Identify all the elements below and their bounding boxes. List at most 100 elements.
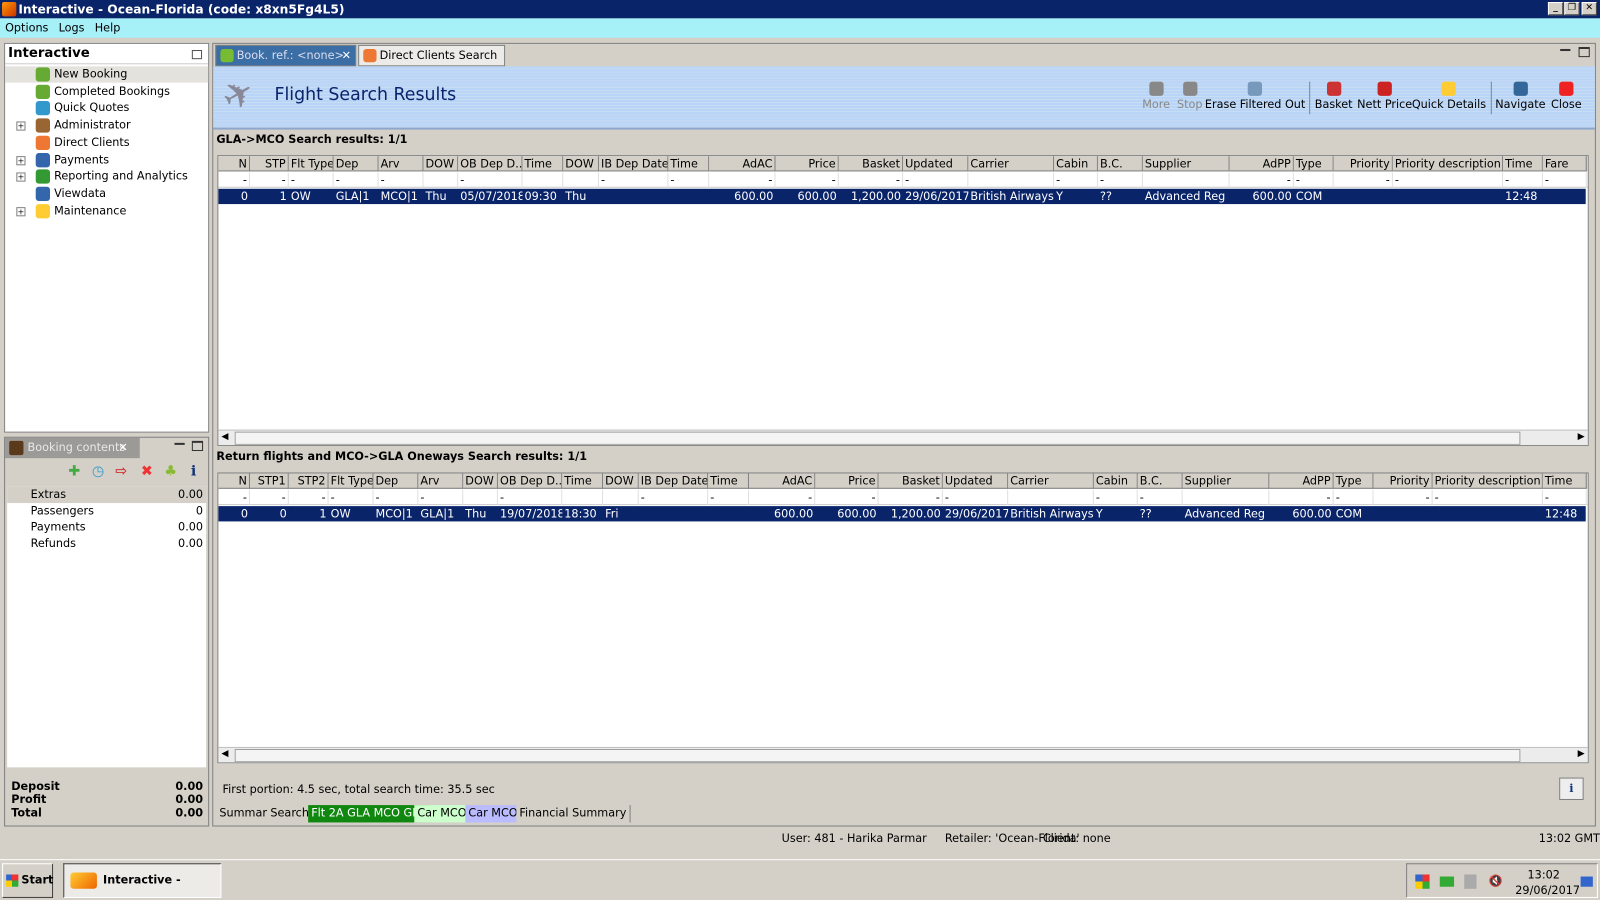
column-header-ob-dep-d-[interactable]: OB Dep D... (458, 156, 523, 172)
filter-cell[interactable]: - (1433, 489, 1543, 506)
grid-filter-row[interactable]: -------------------- (218, 489, 1588, 506)
basket-move-icon[interactable]: ⇨ (115, 463, 127, 479)
column-header-dep[interactable]: Dep (333, 156, 379, 172)
column-header-b-c-[interactable]: B.C. (1097, 156, 1143, 172)
scroll-right-icon[interactable]: ▶ (1578, 432, 1585, 442)
filter-cell[interactable]: - (668, 172, 710, 188)
toolbar-quick-details-button[interactable]: Quick Details (1412, 81, 1486, 111)
column-header-type[interactable]: Type (1333, 473, 1374, 489)
filter-cell[interactable]: - (1098, 172, 1143, 188)
filter-cell[interactable]: - (1094, 489, 1138, 506)
filter-cell[interactable]: - (776, 172, 839, 188)
filter-cell[interactable]: - (373, 489, 419, 506)
toolbar-navigate-button[interactable]: Navigate (1495, 81, 1546, 111)
filter-cell[interactable]: - (1393, 172, 1504, 188)
delete-icon[interactable]: ✖ (141, 463, 153, 479)
tray-volume-muted-icon[interactable]: 🔇 (1489, 874, 1503, 887)
tray-flag-icon[interactable] (1415, 874, 1430, 889)
column-header-adpp[interactable]: AdPP (1269, 473, 1334, 489)
filter-cell[interactable]: - (815, 489, 879, 506)
toolbar-stop-button[interactable]: Stop (1177, 81, 1203, 111)
nav-item-direct-clients[interactable]: Direct Clients (5, 134, 130, 150)
column-header-basket[interactable]: Basket (838, 156, 904, 172)
filter-cell[interactable]: - (379, 172, 424, 188)
filter-cell[interactable]: - (1269, 489, 1334, 506)
column-header-priority[interactable]: Priority (1373, 473, 1433, 489)
start-button[interactable]: Start (2, 863, 53, 898)
column-header-priority[interactable]: Priority (1333, 156, 1393, 172)
filter-cell[interactable]: - (639, 489, 709, 506)
column-header-supplier[interactable]: Supplier (1142, 156, 1230, 172)
column-header-dow[interactable]: DOW (563, 156, 599, 172)
close-window-button[interactable]: ✕ (1581, 2, 1597, 16)
filter-cell[interactable] (968, 172, 1055, 188)
column-header-cabin[interactable]: Cabin (1054, 156, 1098, 172)
filter-cell[interactable]: - (289, 172, 334, 188)
result-row[interactable]: 0 1 OW GLA|1 MCO|1 Thu 05/07/2018 09:30 Thu 600.0… (218, 188, 1586, 205)
filter-cell[interactable] (1183, 489, 1270, 506)
bottom-tab-flt-2a-gla-mco-gla[interactable]: Flt 2A GLA MCO GLA (308, 805, 431, 823)
toolbar-more-button[interactable]: More (1142, 81, 1170, 111)
column-header-stp2[interactable]: STP2 (288, 473, 329, 489)
maximize-panel-icon[interactable] (191, 440, 204, 452)
filter-cell[interactable]: - (250, 172, 289, 188)
result-row[interactable]: 0 0 1 OW MCO|1 GLA|1 Thu 19/07/2018 18:30 Fri 600.… (218, 506, 1586, 522)
column-header-fare[interactable]: Fare (1542, 156, 1587, 172)
scroll-thumb[interactable] (234, 748, 1521, 763)
column-header-dow[interactable]: DOW (463, 473, 498, 489)
filter-cell[interactable]: - (709, 172, 776, 188)
refresh-clock-icon[interactable]: ◷ (92, 463, 104, 479)
expand-icon[interactable]: + (16, 206, 26, 216)
nav-item-new-booking[interactable]: New Booking (5, 66, 209, 83)
filter-cell[interactable]: - (1503, 172, 1543, 188)
filter-cell[interactable]: - (1334, 172, 1393, 188)
column-header-dow[interactable]: DOW (423, 156, 459, 172)
column-header-ib-dep-date[interactable]: IB Dep Date (598, 156, 669, 172)
column-header-b-c-[interactable]: B.C. (1137, 473, 1183, 489)
bottom-tab-financial-summary[interactable]: Financial Summary (516, 805, 631, 823)
column-header-dep[interactable]: Dep (373, 473, 419, 489)
filter-cell[interactable]: - (599, 172, 669, 188)
filter-cell[interactable] (563, 172, 599, 188)
column-header-ob-dep-d-[interactable]: OB Dep D... (497, 473, 563, 489)
filter-cell[interactable]: - (749, 489, 816, 506)
nav-item-reporting-and-analytics[interactable]: + Reporting and Analytics (5, 169, 188, 185)
toolbar-erase-filtered-out-button[interactable]: Erase Filtered Out (1205, 81, 1305, 111)
filter-cell[interactable]: - (1230, 172, 1294, 188)
nav-item-quick-quotes[interactable]: Quick Quotes (5, 100, 129, 116)
column-header-arv[interactable]: Arv (418, 473, 464, 489)
column-header-price[interactable]: Price (775, 156, 839, 172)
filter-cell[interactable]: - (418, 489, 464, 506)
booking-row[interactable]: Payments 0.00 (7, 519, 206, 535)
filter-cell[interactable] (423, 172, 459, 188)
toolbar-basket-button[interactable]: Basket (1315, 81, 1353, 111)
column-header-time[interactable]: Time (562, 473, 604, 489)
scroll-right-icon[interactable]: ▶ (1578, 749, 1585, 759)
horizontal-scrollbar[interactable]: ◀ ▶ (218, 429, 1588, 445)
tray-network-icon[interactable] (1439, 876, 1455, 887)
column-header-type[interactable]: Type (1293, 156, 1334, 172)
booking-row[interactable]: Refunds 0.00 (7, 536, 206, 552)
column-header-arv[interactable]: Arv (378, 156, 424, 172)
filter-cell[interactable]: - (218, 489, 250, 506)
column-header-cabin[interactable]: Cabin (1093, 473, 1138, 489)
filter-cell[interactable]: - (879, 489, 943, 506)
expand-icon[interactable]: + (16, 155, 26, 165)
column-header-n[interactable]: N (218, 473, 250, 489)
bottom-tab-search[interactable]: Search (267, 805, 314, 823)
column-header-price[interactable]: Price (815, 473, 879, 489)
horizontal-scrollbar[interactable]: ◀ ▶ (218, 746, 1588, 763)
column-header-adac[interactable]: AdAC (748, 473, 816, 489)
maximize-doc-icon[interactable] (1578, 46, 1590, 58)
tab-direct-clients-search[interactable]: Direct Clients Search (358, 44, 506, 67)
filter-cell[interactable] (603, 489, 639, 506)
filter-cell[interactable]: - (329, 489, 374, 506)
column-header-dow[interactable]: DOW (603, 473, 639, 489)
taskbar-app-button[interactable]: Interactive - Ocea... (63, 863, 222, 898)
nav-item-administrator[interactable]: + Administrator (5, 117, 131, 133)
tab-booking[interactable]: Book. ref.: <none> ✕ (215, 44, 357, 67)
expand-icon[interactable]: + (16, 121, 26, 131)
column-header-supplier[interactable]: Supplier (1182, 473, 1270, 489)
column-header-flt-type[interactable]: Flt Type (328, 473, 374, 489)
column-header-time[interactable]: Time (1542, 473, 1587, 489)
